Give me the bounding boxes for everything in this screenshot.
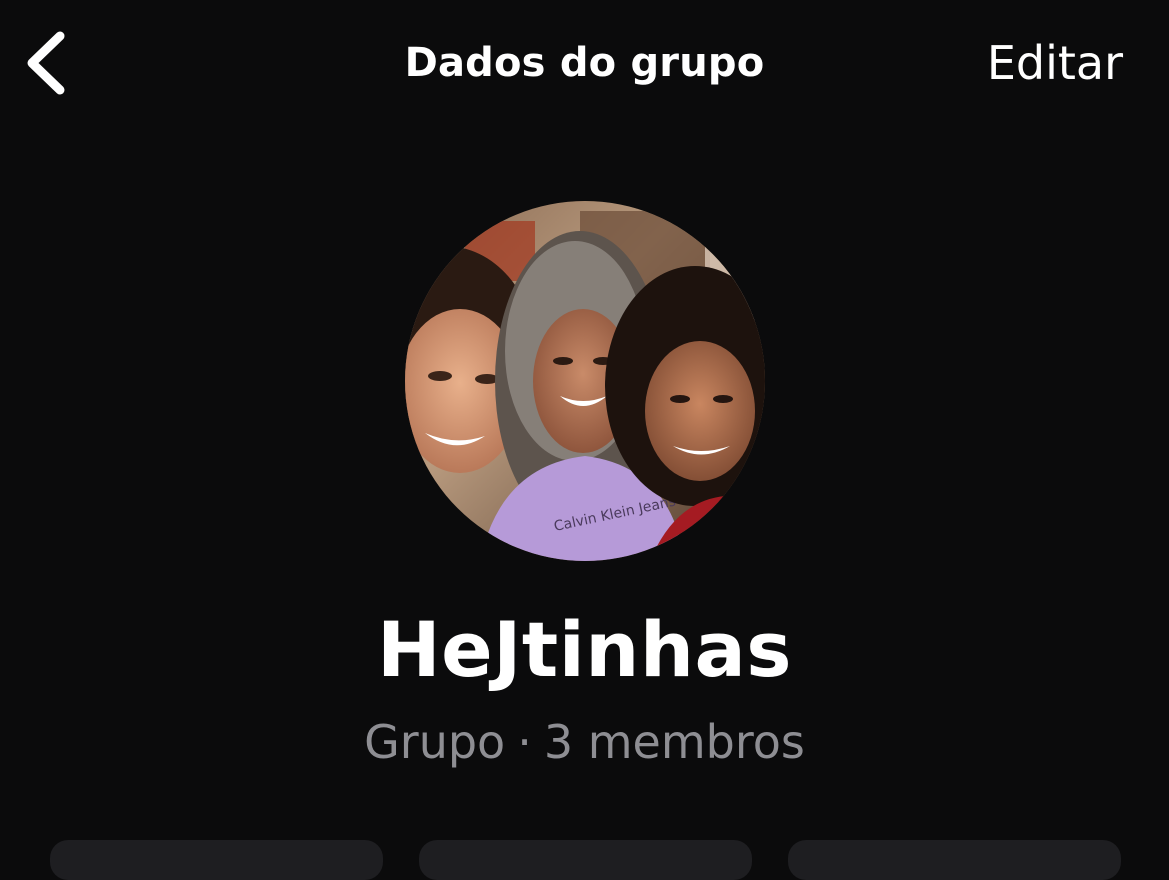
group-photo: Calvin Klein Jeans (405, 201, 765, 561)
action-button-3[interactable] (788, 840, 1121, 880)
navigation-bar: Dados do grupo Editar (0, 0, 1169, 130)
edit-button[interactable]: Editar (987, 34, 1123, 92)
separator-dot: · (517, 715, 532, 769)
group-meta: Grupo · 3 membros (0, 712, 1169, 772)
group-type-label: Grupo (364, 715, 506, 769)
action-button-1[interactable] (50, 840, 383, 880)
action-row (0, 840, 1169, 880)
group-members-count: 3 membros (543, 715, 805, 769)
group-name: HeJtinhas (376, 605, 793, 694)
action-button-2[interactable] (419, 840, 752, 880)
group-avatar[interactable]: Calvin Klein Jeans (405, 201, 765, 561)
